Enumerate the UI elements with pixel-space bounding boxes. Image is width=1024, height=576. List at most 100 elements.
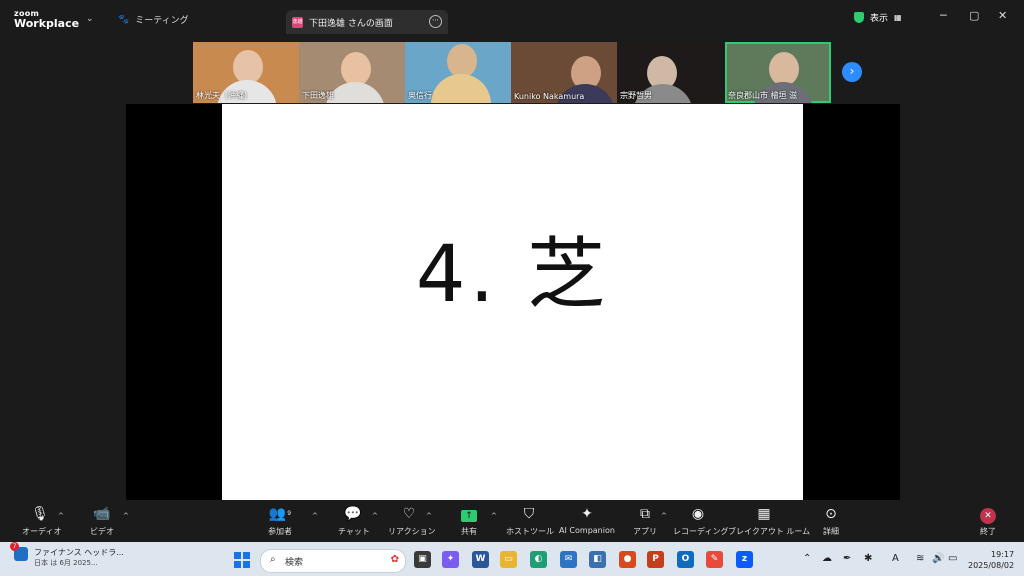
news-widget[interactable]: 7 ファイナンス ヘッドラ... 日本 は 6月 2025... [10,542,124,568]
apps-button[interactable]: ⧉ アプリ [632,505,658,537]
finance-chart-icon: 7 [10,542,28,561]
video-options-caret-icon[interactable]: ^ [123,512,129,520]
heart-icon: ♡ [402,506,416,522]
host-tools-button[interactable]: ⛉ ホストツール [506,505,554,537]
chat-button[interactable]: 💬 チャット [338,505,370,537]
video-label: ビデオ [90,527,114,536]
search-highlight-icon: ✿ [390,554,399,565]
reactions-label: リアクション [388,527,436,536]
task-view-icon[interactable]: ▣ [414,551,431,568]
recording-button[interactable]: ◉ レコーディング [673,505,728,537]
share-label: 共有 [461,527,477,536]
grid-icon: ▦ [894,13,902,22]
participant-name: 下田逸雄 [302,91,334,100]
participant-face [447,44,477,78]
breakout-rooms-button[interactable]: ▦ ブレイクアウト ルーム [728,505,810,537]
participant-name: 奥信行 [408,91,432,100]
participant-body [325,82,385,103]
chat-label: チャット [338,527,370,536]
share-button[interactable]: ↑ 共有 [457,505,481,537]
chat-caret-icon[interactable]: ^ [372,512,378,520]
record-icon: ◉ [691,506,705,522]
participant-face [341,52,371,86]
windows-start-icon[interactable] [234,552,250,568]
audio-button[interactable]: 🎙 オーディオ [22,505,61,537]
end-label: 終了 [980,527,996,536]
participant-tile[interactable]: 宗野哲男 [617,42,723,103]
participant-tile[interactable]: 奥信行 [405,42,511,103]
reactions-caret-icon[interactable]: ^ [426,512,432,520]
maximize-icon[interactable]: ▢ [969,9,979,22]
wifi-icon[interactable]: ≋ [916,553,924,564]
share-tab[interactable]: 逸雄 下田逸雄 さんの画面 ⋯ [286,10,448,34]
ai-companion-button[interactable]: ✦ AI Companion [558,505,616,535]
search-placeholder: 検索 [285,558,304,568]
view-button[interactable]: 表示 ▦ [854,11,902,24]
presenter-icon: 逸雄 [292,16,303,28]
participant-tile[interactable]: 下田逸雄 [299,42,405,103]
meeting-tab[interactable]: 🐾 ミーティング [118,13,189,27]
pen-tray-icon[interactable]: ✒ [843,553,851,564]
share-arrow-icon: ↑ [461,510,477,522]
edge-icon[interactable]: ◐ [530,551,547,568]
microphone-icon: 🎙 [31,506,49,522]
ai-companion-label: AI Companion [559,526,615,535]
close-icon[interactable]: ✕ [998,9,1007,22]
file-explorer-icon[interactable]: ▭ [500,551,517,568]
chevron-up-icon[interactable]: ⌃ [803,553,811,564]
more-icon[interactable]: ⋯ [429,15,442,28]
slide-text: 4. 芝 [415,230,610,320]
ime-indicator-icon[interactable]: A [892,553,899,564]
view-label: 表示 [870,14,889,24]
news-subtitle: 日本 は 6月 2025... [34,559,98,567]
zoom-logo: zoom Workplace [14,9,79,29]
chevron-down-icon[interactable]: ⌄ [86,14,94,24]
copilot-icon[interactable]: ✦ [442,551,459,568]
time: 19:17 [991,550,1015,559]
paint-icon[interactable]: ✎ [706,551,723,568]
end-x-icon: ✕ [980,508,996,524]
participants-icon: 👥 [268,506,287,522]
taskbar-search[interactable]: ⌕ 検索 ✿ [260,549,406,573]
video-button[interactable]: 📹 ビデオ [86,505,118,537]
app-icon[interactable]: ● [619,551,636,568]
participant-tile[interactable]: 林光夫（沖縄） [193,42,299,103]
outlook-icon[interactable]: O [677,551,694,568]
battery-icon[interactable]: ▭ [948,553,957,564]
participant-tile-active-speaker[interactable]: 奈良郡山市 檜垣 滋 [725,42,831,103]
date: 2025/08/02 [968,561,1015,570]
more-dots-icon: ⊙ [825,506,837,522]
audio-options-caret-icon[interactable]: ^ [58,512,64,520]
meeting-label: ミーティング [135,16,189,26]
participant-name: 宗野哲男 [620,91,652,100]
more-label: 詳細 [823,527,839,536]
clock[interactable]: 19:17 2025/08/02 [968,549,1014,571]
more-button[interactable]: ⊙ 詳細 [818,505,844,537]
search-icon: ⌕ [270,554,276,565]
share-caret-icon[interactable]: ^ [491,512,497,520]
notification-badge: 7 [10,542,19,551]
next-page-chevron-right-icon[interactable]: › [842,62,862,82]
news-title: ファイナンス ヘッドラ... [34,548,124,557]
mail-icon[interactable]: ✉ [560,551,577,568]
security-tray-icon[interactable]: ☁ [822,553,832,564]
apps-caret-icon[interactable]: ^ [661,512,667,520]
word-icon[interactable]: W [472,551,489,568]
participant-tile[interactable]: Kuniko Nakamura [511,42,617,103]
powerpoint-icon[interactable]: P [647,551,664,568]
participants-caret-icon[interactable]: ^ [312,512,318,520]
minimize-icon[interactable]: ─ [940,9,947,22]
reactions-button[interactable]: ♡ リアクション [388,505,436,537]
bluetooth-tray-icon[interactable]: ✱ [864,553,872,564]
breakout-grid-icon: ▦ [757,506,771,522]
participant-name: 林光夫（沖縄） [196,91,252,100]
participants-button[interactable]: 👥9 参加者 [264,505,296,537]
shared-slide: 4. 芝 [222,104,803,500]
shield-icon: ⛉ [523,506,535,522]
photos-icon[interactable]: ◧ [589,551,606,568]
participant-name: Kuniko Nakamura [514,92,585,101]
volume-icon[interactable]: 🔊 [932,553,944,564]
end-meeting-button[interactable]: ✕ 終了 [976,505,1000,537]
zoom-app-icon[interactable]: z [736,551,753,568]
apps-icon: ⧉ [640,506,650,522]
